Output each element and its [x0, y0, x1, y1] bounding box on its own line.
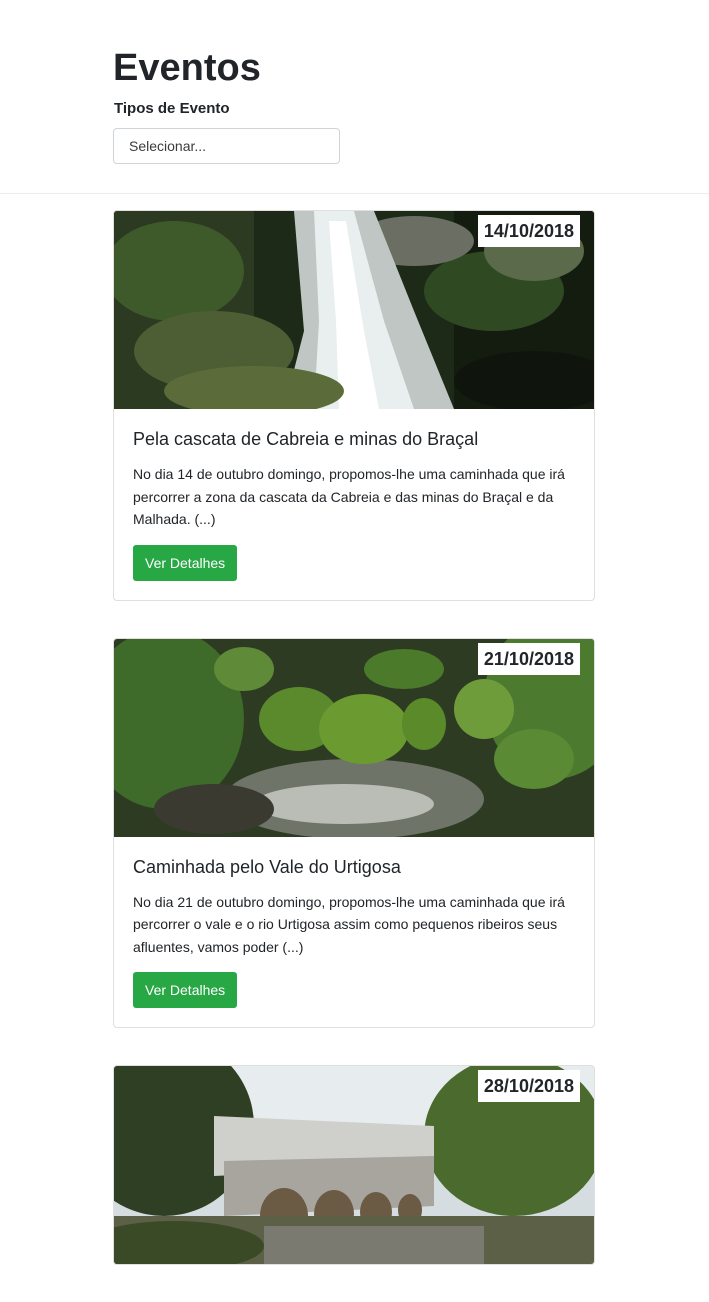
event-type-label: Tipos de Evento: [114, 100, 230, 117]
event-list: 14/10/2018 Pela cascata de Cabreia e min…: [113, 210, 595, 1302]
event-type-select[interactable]: Selecionar...: [113, 128, 340, 164]
view-details-button[interactable]: Ver Detalhes: [133, 972, 238, 1008]
waterfall-photo: 14/10/2018: [114, 211, 594, 409]
page-header: Eventos Tipos de Evento Selecionar...: [0, 0, 709, 194]
event-date: 21/10/2018: [477, 642, 580, 675]
event-title: Caminhada pelo Vale do Urtigosa: [133, 856, 401, 877]
event-card: 28/10/2018: [113, 1065, 595, 1265]
event-description: No dia 14 de outubro domingo, propomos-l…: [133, 466, 565, 527]
stone-bridge-photo: 28/10/2018: [114, 1066, 594, 1264]
mossy-stream-photo: 21/10/2018: [114, 638, 594, 837]
event-description: No dia 21 de outubro domingo, propomos-l…: [133, 893, 565, 955]
event-card: 14/10/2018 Pela cascata de Cabreia e min…: [113, 210, 595, 601]
event-title: Pela cascata de Cabreia e minas do Braça…: [133, 429, 479, 449]
event-date: 14/10/2018: [477, 215, 580, 247]
view-details-button[interactable]: Ver Detalhes: [133, 544, 238, 581]
page-title: Eventos: [113, 47, 261, 89]
event-date: 28/10/2018: [477, 1070, 580, 1102]
event-card: 21/10/2018 Caminhada pelo Vale do Urtigo…: [113, 637, 595, 1028]
